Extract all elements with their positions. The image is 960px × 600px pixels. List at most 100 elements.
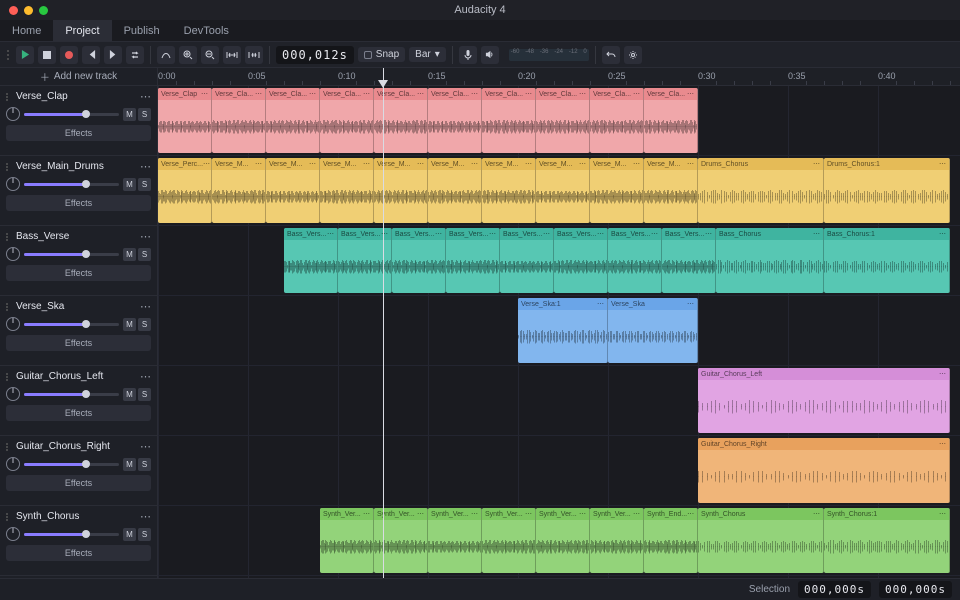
zoom-out-button[interactable]: [201, 46, 219, 64]
mute-button[interactable]: M: [123, 178, 136, 191]
clip-menu-icon[interactable]: ⋯: [471, 90, 478, 98]
clip-menu-icon[interactable]: ⋯: [813, 160, 820, 168]
fit-selection-button[interactable]: [223, 46, 241, 64]
track-drag-handle[interactable]: [6, 233, 12, 241]
solo-button[interactable]: S: [138, 388, 151, 401]
window-minimize[interactable]: [24, 6, 33, 15]
clip-menu-icon[interactable]: ⋯: [363, 160, 370, 168]
track-name[interactable]: Synth_Chorus: [16, 511, 136, 522]
settings-button[interactable]: [624, 46, 642, 64]
effects-button[interactable]: Effects: [6, 545, 151, 561]
input-meter[interactable]: -60-48-36-24-120: [509, 49, 589, 61]
clip-menu-icon[interactable]: ⋯: [327, 230, 334, 238]
play-button[interactable]: [16, 46, 34, 64]
clip-menu-icon[interactable]: ⋯: [309, 160, 316, 168]
clip-menu-icon[interactable]: ⋯: [525, 90, 532, 98]
solo-button[interactable]: S: [138, 108, 151, 121]
snap-toggle[interactable]: Snap: [358, 47, 405, 62]
track-menu-button[interactable]: ⋯: [140, 160, 151, 173]
audio-clip[interactable]: Verse_M...⋯: [428, 158, 482, 223]
track-menu-button[interactable]: ⋯: [140, 370, 151, 383]
clip-menu-icon[interactable]: ⋯: [813, 230, 820, 238]
audio-clip[interactable]: Bass_Vers...⋯: [284, 228, 338, 293]
pan-knob[interactable]: [6, 457, 20, 471]
volume-slider[interactable]: [24, 463, 119, 466]
mic-button[interactable]: [459, 46, 477, 64]
audio-clip[interactable]: Verse_Cla...⋯: [320, 88, 374, 153]
selection-start[interactable]: 000,000s: [798, 581, 871, 598]
audio-clip[interactable]: Bass_Vers...⋯: [608, 228, 662, 293]
track-drag-handle[interactable]: [6, 373, 12, 381]
record-button[interactable]: [60, 46, 78, 64]
pan-knob[interactable]: [6, 107, 20, 121]
audio-clip[interactable]: Verse_Ska⋯: [608, 298, 698, 363]
clip-menu-icon[interactable]: ⋯: [651, 230, 658, 238]
track-drag-handle[interactable]: [6, 513, 12, 521]
solo-button[interactable]: S: [138, 528, 151, 541]
audio-clip[interactable]: Synth_Ver...⋯: [590, 508, 644, 573]
clip-menu-icon[interactable]: ⋯: [579, 90, 586, 98]
audio-clip[interactable]: Verse_Cla...⋯: [482, 88, 536, 153]
track-drag-handle[interactable]: [6, 443, 12, 451]
track-lane[interactable]: Guitar_Chorus_Left⋯: [158, 366, 960, 436]
clip-menu-icon[interactable]: ⋯: [687, 90, 694, 98]
playhead[interactable]: [383, 68, 384, 578]
pan-knob[interactable]: [6, 387, 20, 401]
volume-slider[interactable]: [24, 113, 119, 116]
clip-menu-icon[interactable]: ⋯: [255, 90, 262, 98]
tab-home[interactable]: Home: [0, 20, 53, 41]
audio-clip[interactable]: Verse_Cla...⋯: [428, 88, 482, 153]
audio-clip[interactable]: Verse_Cla...⋯: [266, 88, 320, 153]
clip-menu-icon[interactable]: ⋯: [255, 160, 262, 168]
audio-clip[interactable]: Verse_M...⋯: [482, 158, 536, 223]
solo-button[interactable]: S: [138, 318, 151, 331]
clip-menu-icon[interactable]: ⋯: [579, 160, 586, 168]
track-drag-handle[interactable]: [6, 163, 12, 171]
track-lane[interactable]: Synth_Ver...⋯Synth_Ver...⋯Synth_Ver...⋯S…: [158, 506, 960, 576]
speaker-button[interactable]: [481, 46, 499, 64]
audio-clip[interactable]: Verse_Perc...⋯: [158, 158, 212, 223]
undo-button[interactable]: [602, 46, 620, 64]
time-counter[interactable]: 000,012s: [276, 46, 354, 64]
audio-clip[interactable]: Synth_Chorus⋯: [698, 508, 824, 573]
clip-menu-icon[interactable]: ⋯: [201, 90, 208, 98]
clip-menu-icon[interactable]: ⋯: [417, 510, 424, 518]
track-lane[interactable]: Verse_Ska:1⋯Verse_Ska⋯: [158, 296, 960, 366]
tab-devtools[interactable]: DevTools: [172, 20, 241, 41]
clip-menu-icon[interactable]: ⋯: [633, 90, 640, 98]
skip-start-button[interactable]: [82, 46, 100, 64]
audio-clip[interactable]: Verse_Ska:1⋯: [518, 298, 608, 363]
clip-menu-icon[interactable]: ⋯: [813, 510, 820, 518]
audio-clip[interactable]: Verse_M...⋯: [536, 158, 590, 223]
mute-button[interactable]: M: [123, 248, 136, 261]
audio-clip[interactable]: Drums_Chorus:1⋯: [824, 158, 950, 223]
clip-menu-icon[interactable]: ⋯: [939, 230, 946, 238]
volume-slider[interactable]: [24, 323, 119, 326]
audio-clip[interactable]: Guitar_Chorus_Right⋯: [698, 438, 950, 503]
audio-clip[interactable]: Verse_Cla...⋯: [536, 88, 590, 153]
audio-clip[interactable]: Guitar_Chorus_Left⋯: [698, 368, 950, 433]
clip-menu-icon[interactable]: ⋯: [687, 160, 694, 168]
track-lane[interactable]: Guitar_Chorus_Right⋯: [158, 436, 960, 506]
fit-project-button[interactable]: [245, 46, 263, 64]
clip-menu-icon[interactable]: ⋯: [417, 160, 424, 168]
track-drag-handle[interactable]: [6, 93, 12, 101]
mute-button[interactable]: M: [123, 108, 136, 121]
loop-button[interactable]: [126, 46, 144, 64]
tab-project[interactable]: Project: [53, 20, 111, 41]
mute-button[interactable]: M: [123, 528, 136, 541]
clip-menu-icon[interactable]: ⋯: [939, 510, 946, 518]
effects-button[interactable]: Effects: [6, 125, 151, 141]
pan-knob[interactable]: [6, 527, 20, 541]
clip-menu-icon[interactable]: ⋯: [633, 510, 640, 518]
clip-menu-icon[interactable]: ⋯: [525, 160, 532, 168]
audio-clip[interactable]: Verse_Cla...⋯: [644, 88, 698, 153]
window-zoom[interactable]: [39, 6, 48, 15]
clip-menu-icon[interactable]: ⋯: [363, 510, 370, 518]
track-name[interactable]: Verse_Main_Drums: [16, 161, 136, 172]
audio-clip[interactable]: Bass_Vers...⋯: [662, 228, 716, 293]
track-name[interactable]: Bass_Verse: [16, 231, 136, 242]
audio-clip[interactable]: Bass_Vers...⋯: [500, 228, 554, 293]
clip-menu-icon[interactable]: ⋯: [363, 90, 370, 98]
envelope-tool-button[interactable]: [157, 46, 175, 64]
